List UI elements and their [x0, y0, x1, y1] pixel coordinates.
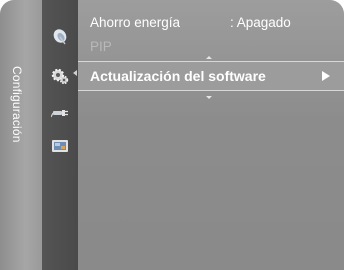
menu-title-strip: Configuración [0, 0, 42, 270]
menu-item-value: : Apagado [230, 15, 291, 30]
category-icon-column [42, 0, 78, 270]
input-plug-icon[interactable] [51, 104, 69, 122]
menu-item-label: Ahorro energía [90, 15, 181, 30]
submenu-arrow-icon [322, 71, 330, 81]
scroll-down-icon [206, 96, 212, 99]
gear-settings-icon[interactable] [51, 67, 69, 85]
menu-item-software-update[interactable]: Actualización del software [78, 61, 344, 91]
menu-item-power-saving[interactable]: Ahorro energía : Apagado [78, 12, 344, 34]
menu-item-label: Actualización del software [90, 68, 266, 84]
application-icon[interactable] [51, 137, 69, 155]
settings-panel: Ahorro energía : Apagado PIP Actualizaci… [78, 0, 344, 270]
selected-category-pointer-icon [73, 70, 77, 76]
tv-osd-menu: Configuración Ahorro energía: Apagado P… [0, 0, 344, 270]
menu-title: Configuración [10, 66, 24, 143]
menu-item-label: PIP [90, 39, 112, 54]
menu-item-pip: PIP [78, 36, 344, 58]
scroll-up-icon [206, 56, 212, 59]
satellite-dish-icon[interactable] [51, 28, 69, 46]
